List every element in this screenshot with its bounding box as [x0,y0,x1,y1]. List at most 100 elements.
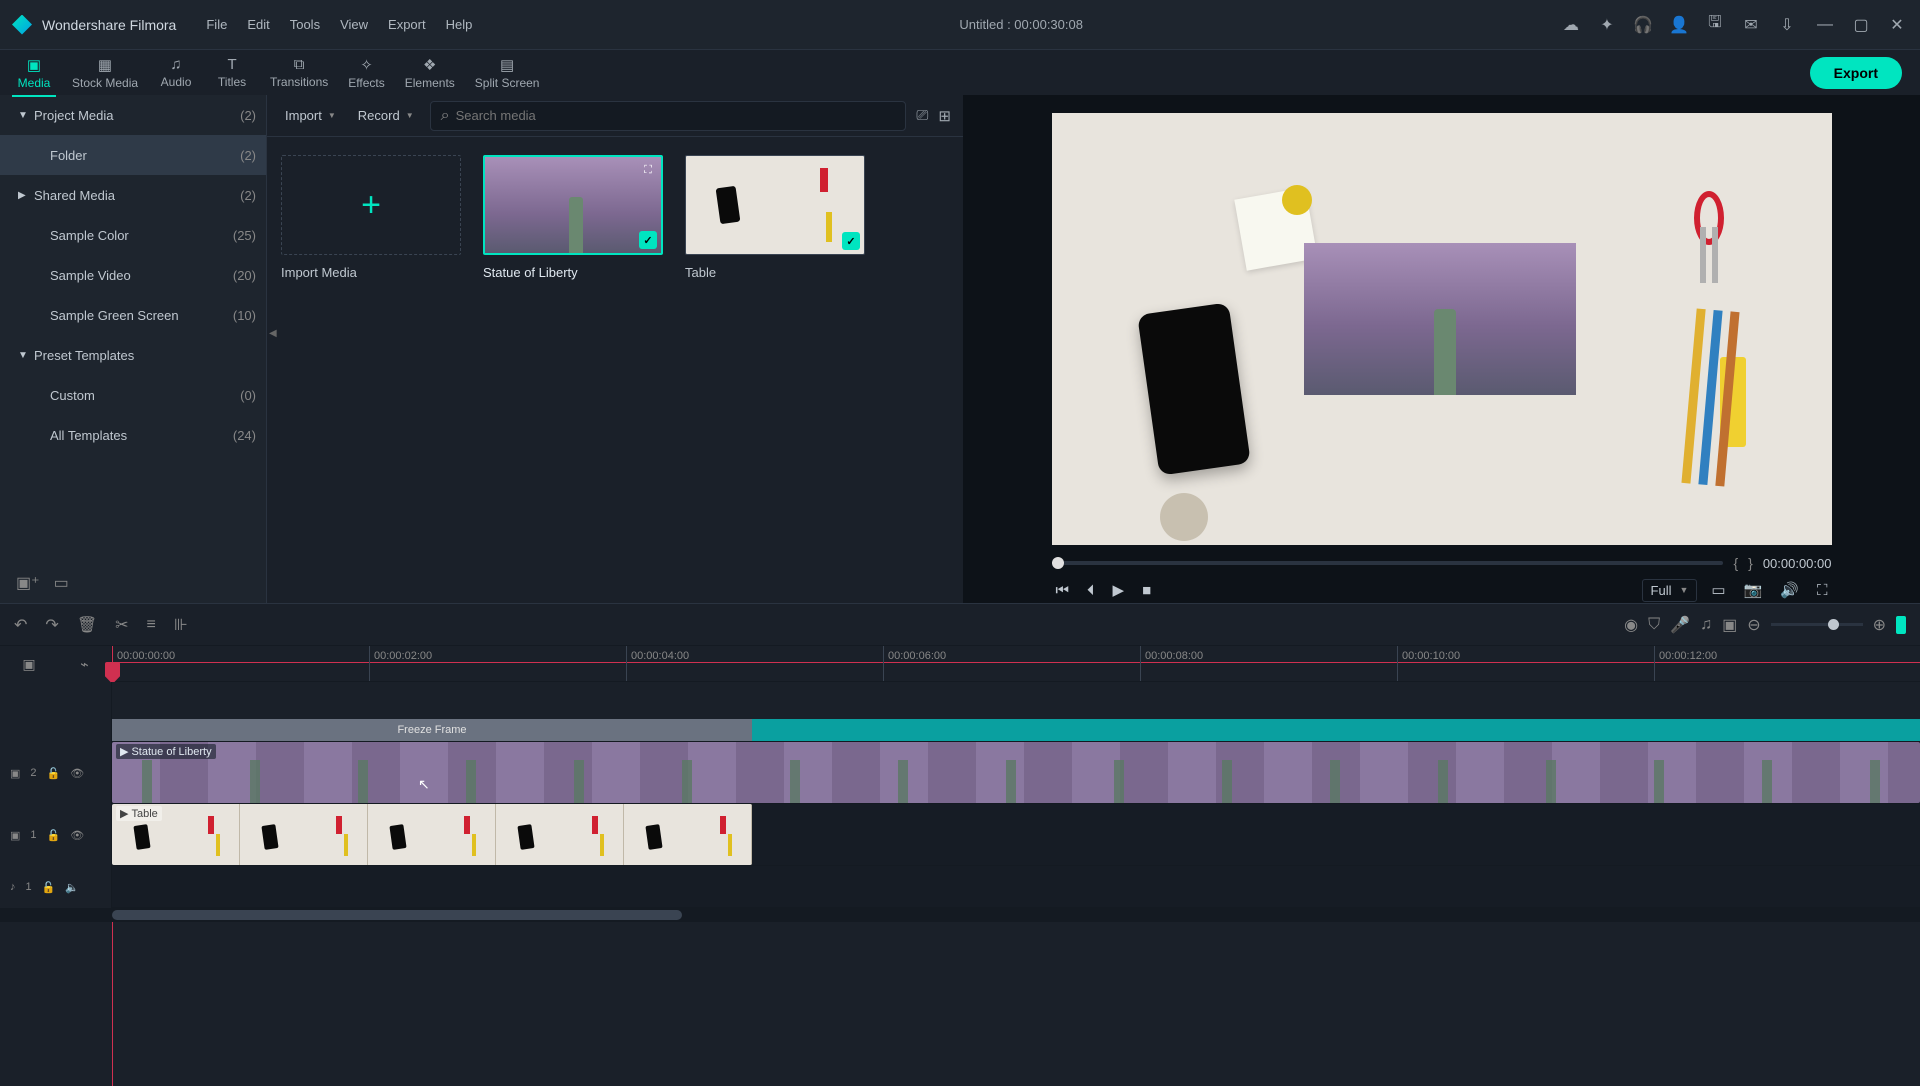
mixer-icon[interactable]: ♫ [1700,616,1712,634]
tab-titles[interactable]: TTitles [204,54,260,91]
voice-over-icon[interactable]: 🎤 [1670,615,1690,635]
snapshot-icon[interactable]: 📷 [1740,577,1767,603]
timeline-scrollbar-thumb[interactable] [112,910,682,920]
freeze-frame-track[interactable]: Freeze Frame [112,719,1920,741]
sidebar-item-sample-green-screen[interactable]: Sample Green Screen(10) [0,295,266,335]
minimize-button[interactable]: — [1814,14,1836,36]
preview-panel: { } 00:00:00:00 ⏮ ⏵ ▶ ■ Full▼ ▭ 📷 🔊 ⛶ [963,95,1920,603]
marker-icon[interactable]: ▣ [1722,615,1737,635]
fullscreen-icon[interactable]: ⛶ [1813,578,1832,603]
export-button[interactable]: Export [1810,57,1902,89]
close-button[interactable]: ✕ [1886,14,1908,36]
speed-icon[interactable]: ⊪ [174,615,188,635]
import-dropdown[interactable]: Import▼ [279,108,342,123]
tab-split-screen[interactable]: ▤Split Screen [465,54,550,92]
track-v2-content[interactable]: ▶ Statue of Liberty ↖ [112,742,1920,804]
preview-scrubber[interactable]: { } 00:00:00:00 [1052,555,1832,571]
clip-table[interactable]: ▶ Table [112,804,752,865]
sidebar-item-sample-color[interactable]: Sample Color(25) [0,215,266,255]
media-item-statue-of-liberty[interactable]: ⛶ ✓ Statue of Liberty [483,155,663,280]
lock-icon[interactable]: 🔓 [42,881,56,894]
play-button[interactable]: ▶ [1109,577,1129,603]
sidebar-item-project-media[interactable]: ▼Project Media(2) [0,95,266,135]
menu-tools[interactable]: Tools [282,13,328,36]
grid-view-icon[interactable]: ⊞ [938,107,951,125]
sidebar-collapse-icon[interactable]: ◀ [269,328,277,339]
audio-track-icon: ♪ [10,881,16,893]
menu-file[interactable]: File [198,13,235,36]
render-icon[interactable]: ◉ [1624,615,1638,635]
record-dropdown[interactable]: Record▼ [352,108,420,123]
sidebar-item-preset-templates[interactable]: ▼Preset Templates [0,335,266,375]
tab-elements[interactable]: ❖Elements [395,54,465,92]
tab-stock-media[interactable]: ▦Stock Media [62,54,148,92]
save-icon[interactable]: 🖫 [1704,14,1726,36]
cloud-icon[interactable]: ☁ [1560,14,1582,36]
zoom-slider[interactable] [1771,623,1863,626]
undo-icon[interactable]: ↶ [14,615,27,635]
magnet-icon[interactable]: ⌁ [80,656,88,673]
stop-button[interactable]: ■ [1138,578,1155,603]
download-icon[interactable]: ⇩ [1776,14,1798,36]
volume-icon[interactable]: 🔊 [1776,577,1803,603]
sidebar-item-sample-video[interactable]: Sample Video(20) [0,255,266,295]
visibility-icon[interactable]: 👁 [70,829,84,842]
timeline-ruler[interactable]: 00:00:00:00 00:00:02:00 00:00:04:00 00:0… [112,646,1920,682]
scrub-thumb[interactable] [1052,557,1064,569]
zoom-slider-thumb[interactable] [1828,619,1839,630]
support-icon[interactable]: 🎧 [1632,14,1654,36]
delete-icon[interactable]: 🗑 [77,615,97,635]
menu-export[interactable]: Export [380,13,434,36]
freeze-frame-continuation[interactable] [752,719,1920,741]
menu-view[interactable]: View [332,13,376,36]
zoom-out-icon[interactable]: ⊖ [1747,615,1760,635]
zoom-to-fit-icon[interactable] [1896,616,1906,634]
step-back-button[interactable]: ⏵ [1083,578,1099,603]
filter-icon[interactable]: ⎚ [916,107,928,124]
mark-out-icon[interactable]: } [1748,555,1753,571]
tab-media[interactable]: ▣Media [6,54,62,92]
import-media-tile[interactable]: + Import Media [281,155,461,280]
new-folder-icon[interactable]: ▣⁺ [16,573,40,593]
prev-frame-button[interactable]: ⏮ [1052,578,1074,603]
account-icon[interactable]: 👤 [1668,14,1690,36]
preview-canvas[interactable] [1052,113,1832,545]
tab-transitions[interactable]: ⧉Transitions [260,54,338,91]
media-item-table[interactable]: ✓ Table [685,155,865,280]
shield-icon[interactable]: ⛉ [1648,616,1660,634]
sidebar-item-all-templates[interactable]: All Templates(24) [0,415,266,455]
track-manager-icon[interactable]: ▣ [22,656,35,673]
sidebar-item-shared-media[interactable]: ▶Shared Media(2) [0,175,266,215]
clip-statue-of-liberty[interactable]: ▶ Statue of Liberty ↖ [112,742,1920,803]
timeline-scrollbar[interactable] [0,908,1920,922]
tab-audio[interactable]: ♫Audio [148,54,204,91]
redo-icon[interactable]: ↷ [45,615,58,635]
mark-in-icon[interactable]: { [1733,555,1738,571]
preview-quality-dropdown[interactable]: Full▼ [1642,579,1698,602]
sidebar-item-custom[interactable]: Custom(0) [0,375,266,415]
crop-icon[interactable]: ≡ [147,616,156,634]
lock-icon[interactable]: 🔓 [47,829,61,842]
track-a1-content[interactable] [112,866,1920,908]
sidebar-item-folder[interactable]: Folder(2) [0,135,266,175]
scrub-track[interactable] [1052,561,1724,565]
track-v1-content[interactable]: ▶ Table [112,804,1920,866]
split-icon[interactable]: ✂ [115,615,128,635]
import-thumbnail: + [281,155,461,255]
mute-icon[interactable]: 🔈 [65,881,79,894]
hint-icon[interactable]: ✦ [1596,14,1618,36]
tab-effects[interactable]: ✧Effects [338,54,394,92]
zoom-in-icon[interactable]: ⊕ [1873,615,1886,635]
media-search[interactable]: ⌕ [430,101,907,131]
menu-help[interactable]: Help [438,13,481,36]
open-folder-icon[interactable]: ▭ [54,573,69,593]
display-icon[interactable]: ▭ [1707,577,1729,603]
notification-icon[interactable]: ✉ [1740,14,1762,36]
visibility-icon[interactable]: 👁 [70,767,84,780]
menu-edit[interactable]: Edit [239,13,277,36]
search-input[interactable] [456,108,896,123]
maximize-button[interactable]: ▢ [1850,14,1872,36]
app-name: Wondershare Filmora [42,17,176,33]
lock-icon[interactable]: 🔓 [47,767,61,780]
freeze-frame-segment[interactable]: Freeze Frame [112,719,752,741]
